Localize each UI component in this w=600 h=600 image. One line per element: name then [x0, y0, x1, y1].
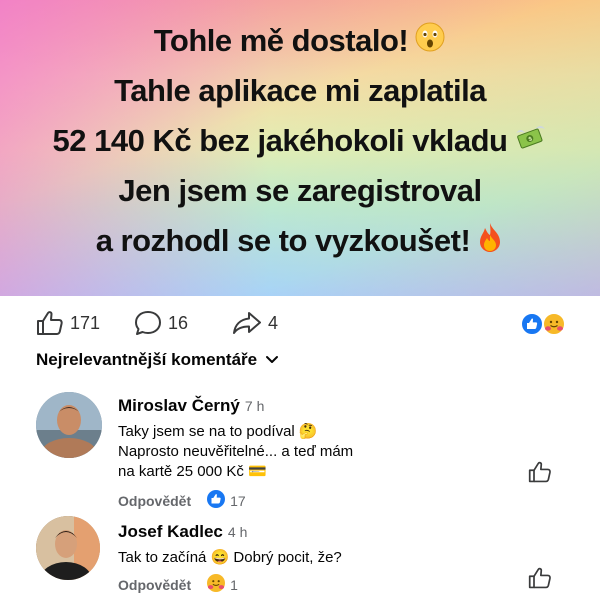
- astonished-face-icon: [414, 18, 446, 68]
- post-reactions[interactable]: [520, 312, 570, 336]
- comment: Josef Kadlec 4 h Tak to začíná 😄 Dobrý po…: [0, 514, 600, 600]
- thumbs-up-icon: [36, 310, 64, 336]
- comment-bubble-icon: [134, 310, 162, 336]
- post-line-2: Tahle aplikace mi zaplatila: [114, 73, 486, 108]
- comment-reaction-count[interactable]: 1: [207, 574, 238, 595]
- post-line-3: 52 140 Kč bez jakéhokoli vkladu $: [0, 116, 600, 166]
- hug-reaction-icon: [207, 574, 226, 595]
- comment-author[interactable]: Josef Kadlec 4 h: [118, 522, 247, 542]
- money-with-wings-icon: $: [513, 118, 547, 168]
- like-action[interactable]: 171: [36, 310, 100, 336]
- post-image-text: Tohle mě dostalo! Tahle aplikace mi zapl…: [0, 16, 600, 266]
- comment: Miroslav Černý 7 h Taky jsem se na to pod…: [0, 388, 600, 514]
- post-image[interactable]: Tohle mě dostalo! Tahle aplikace mi zapl…: [0, 0, 600, 296]
- reply-button[interactable]: Odpovědět: [118, 493, 191, 509]
- comment-text: Taky jsem se na to podíval 🤔 Naprosto ne…: [118, 423, 354, 480]
- comment-sort-label: Nejrelevantnější komentáře: [36, 350, 258, 369]
- comment-like-button[interactable]: [528, 460, 552, 489]
- post-line-4: Jen jsem se zaregistroval: [118, 173, 482, 208]
- like-reaction-icon: [520, 312, 544, 336]
- comment-author[interactable]: Miroslav Černý 7 h: [118, 396, 264, 416]
- fire-icon: [476, 218, 504, 268]
- share-count: 4: [268, 312, 279, 333]
- comment-actions: Odpovědět 17: [118, 490, 246, 511]
- comment-time: 7 h: [244, 398, 265, 414]
- comment-count: 16: [168, 312, 189, 333]
- comment-time: 4 h: [227, 524, 248, 540]
- like-reaction-icon: [207, 490, 226, 511]
- comment-sort-dropdown[interactable]: Nejrelevantnější komentáře: [36, 350, 279, 370]
- post-line-1: Tohle mě dostalo!: [0, 16, 600, 66]
- share-action[interactable]: 4: [232, 310, 278, 336]
- comment-actions: Odpovědět 1: [118, 574, 238, 595]
- comment-text: Tak to začíná 😄 Dobrý pocit, že?: [118, 549, 342, 566]
- avatar[interactable]: [36, 392, 102, 458]
- chevron-down-icon: [265, 350, 279, 370]
- like-count: 171: [70, 312, 101, 333]
- comment-like-button[interactable]: [528, 566, 552, 595]
- reply-button[interactable]: Odpovědět: [118, 577, 191, 593]
- share-arrow-icon: [232, 310, 262, 336]
- hug-reaction-icon: [542, 312, 566, 336]
- avatar[interactable]: [36, 516, 100, 580]
- post-stats-bar: 171 16 4: [0, 296, 600, 348]
- comment-action[interactable]: 16: [134, 310, 188, 336]
- post-line-5: a rozhodl se to vyzkoušet!: [0, 216, 600, 266]
- comment-reaction-count[interactable]: 17: [207, 490, 246, 511]
